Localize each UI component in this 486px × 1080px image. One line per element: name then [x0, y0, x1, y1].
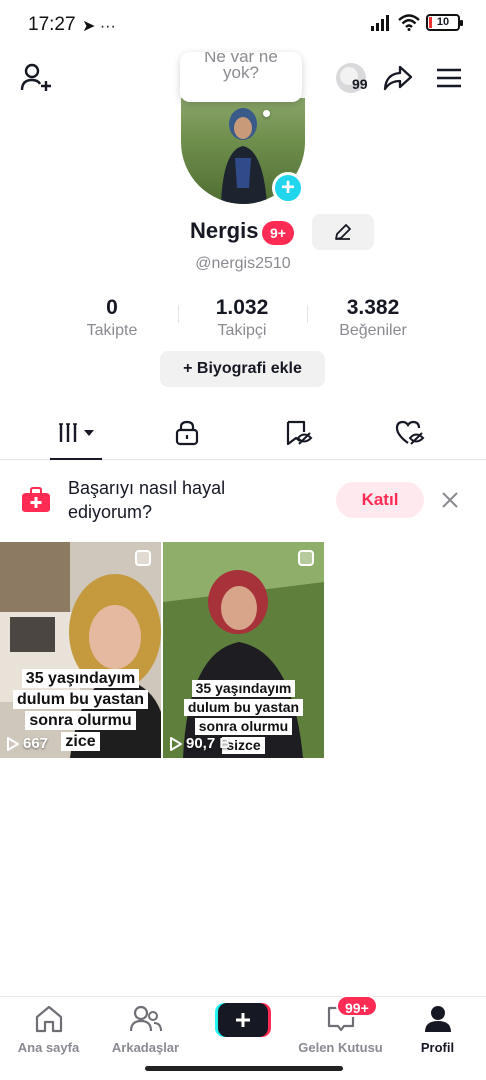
close-icon[interactable] — [438, 488, 462, 512]
wifi-icon — [398, 14, 420, 31]
view-count: 667 — [6, 735, 48, 752]
video-grid: 35 yaşındayım dulum bu yastan sonra olur… — [0, 542, 486, 758]
add-bio-button[interactable]: + Biyografi ekle — [160, 351, 325, 387]
lock-icon — [175, 420, 198, 445]
bubble-tail — [263, 110, 270, 117]
stat-likes[interactable]: 3.382 Beğeniler — [308, 296, 438, 340]
view-count: 90,7 B — [169, 735, 230, 752]
stat-following[interactable]: 0 Takipte — [47, 296, 177, 340]
status-notification-icons: ➤ ··· — [82, 18, 116, 35]
following-count: 0 — [106, 296, 118, 319]
signal-icon — [371, 14, 389, 31]
likes-count: 3.382 — [346, 296, 400, 319]
profile-handle: @nergis2510 — [195, 255, 291, 272]
status-time: 17:27 — [28, 14, 76, 35]
caption-line: sonra olurmu — [194, 718, 293, 735]
coins-button[interactable]: 99 — [328, 59, 374, 97]
nav-home-label: Ana sayfa — [17, 1040, 80, 1055]
note-line-2: yok? — [223, 63, 259, 82]
grid-icon — [58, 422, 94, 442]
inbox-badge: 99+ — [336, 995, 378, 1017]
battery-icon: 10 — [426, 14, 463, 31]
edit-profile-button[interactable] — [312, 214, 374, 250]
home-indicator — [145, 1066, 343, 1071]
hamburger-menu-icon — [437, 68, 461, 88]
nav-profile[interactable]: Profil — [389, 1005, 486, 1055]
profile-icon — [424, 1006, 451, 1032]
following-label: Takipte — [86, 322, 138, 339]
challenge-banner: Başarıyı nasıl hayal ediyorum? Katıl — [0, 462, 486, 540]
select-checkbox[interactable] — [298, 550, 314, 566]
tab-private[interactable] — [126, 405, 247, 460]
add-story-button[interactable]: + — [272, 172, 304, 204]
profile-name: Nergis — [190, 218, 259, 243]
status-bar: 17:27 ➤ ··· 10 — [0, 0, 486, 50]
create-post-button[interactable] — [215, 1003, 271, 1037]
share-button[interactable] — [381, 63, 415, 93]
medical-bag-icon — [22, 487, 50, 512]
content-tabs — [0, 405, 486, 460]
play-icon — [170, 736, 182, 751]
caption-line: 35 yaşındayım — [21, 669, 140, 688]
video-thumbnail[interactable]: 35 yaşındayım dulum bu yastan sonra olur… — [163, 542, 324, 758]
tab-saved[interactable] — [238, 405, 359, 460]
add-friend-button[interactable] — [18, 61, 54, 95]
coins-count: 99 — [352, 76, 368, 92]
menu-button[interactable] — [434, 65, 464, 91]
likes-label: Beğeniler — [339, 322, 407, 339]
stat-followers[interactable]: 1.032 Takipçi — [177, 296, 307, 340]
nav-home[interactable]: Ana sayfa — [0, 1005, 97, 1055]
caption-line: dulum bu yastan — [183, 699, 304, 716]
video-thumbnail[interactable]: 35 yaşındayım dulum bu yastan sonra olur… — [0, 542, 161, 758]
join-button[interactable]: Katıl — [336, 482, 424, 518]
name-row: Nergis 9+ — [0, 214, 486, 250]
nav-profile-label: Profil — [420, 1040, 455, 1055]
battery-level: 10 — [436, 16, 450, 28]
play-icon — [7, 736, 19, 751]
nav-inbox-label: Gelen Kutusu — [298, 1040, 383, 1055]
tab-liked[interactable] — [349, 405, 470, 460]
caption-line: 35 yaşındayım — [191, 680, 296, 697]
profile-stats: 0 Takipte 1.032 Takipçi 3.382 Beğeniler — [0, 296, 486, 346]
tab-indicator — [50, 458, 102, 460]
view-count-value: 667 — [23, 735, 49, 752]
caption-line: sonra olurmu — [25, 711, 136, 730]
view-count-value: 90,7 B — [186, 735, 231, 752]
nav-friends-label: Arkadaşlar — [111, 1040, 180, 1055]
home-icon — [35, 1005, 62, 1033]
challenge-text: Başarıyı nasıl hayal ediyorum? — [68, 478, 226, 522]
heart-hidden-icon — [395, 420, 424, 445]
avatar-photo — [221, 108, 267, 204]
nav-friends[interactable]: Arkadaşlar — [97, 1005, 194, 1055]
followers-count: 1.032 — [215, 296, 269, 319]
share-icon — [383, 65, 413, 91]
bookmark-hidden-icon — [286, 420, 312, 445]
select-checkbox[interactable] — [135, 550, 151, 566]
notification-badge[interactable]: 9+ — [262, 221, 294, 245]
plus-icon: + — [280, 174, 295, 201]
caption-line: dulum bu yastan — [12, 690, 149, 709]
status-note-bubble[interactable]: Ne var ne yok? — [180, 52, 302, 102]
caption-line: zice — [61, 732, 100, 751]
tab-videos[interactable] — [16, 405, 137, 460]
pencil-icon — [335, 224, 351, 240]
followers-label: Takipçi — [217, 322, 267, 339]
friends-icon — [129, 1005, 162, 1032]
add-person-icon — [20, 63, 51, 91]
